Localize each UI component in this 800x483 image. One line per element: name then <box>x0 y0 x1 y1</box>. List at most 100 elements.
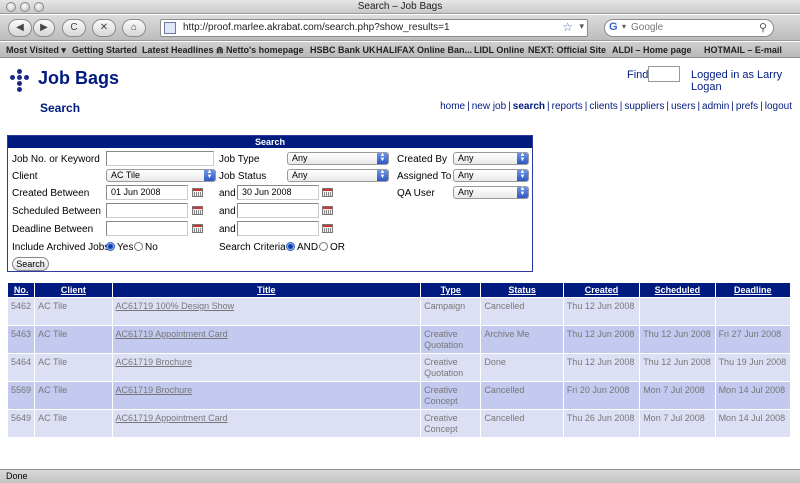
calendar-icon[interactable] <box>192 206 203 215</box>
job-title-link[interactable]: AC61719 Brochure <box>116 357 193 367</box>
nav-clients[interactable]: clients <box>589 101 617 112</box>
nav-search[interactable]: search <box>513 101 545 112</box>
job-title-link[interactable]: AC61719 100% Design Show <box>116 301 235 311</box>
nav-home[interactable]: home <box>440 101 465 112</box>
cell-deadline <box>715 298 790 325</box>
table-row: 5463 AC Tile AC61719 Appointment Card Cr… <box>8 326 790 353</box>
job-no-field[interactable] <box>106 151 214 166</box>
cell-status: Cancelled <box>481 382 563 409</box>
minimize-window-icon[interactable] <box>20 2 30 12</box>
reload-button[interactable]: C <box>62 19 86 37</box>
bookmark-hotmail[interactable]: HOTMAIL – E-mail <box>704 42 782 57</box>
table-row: 5649 AC Tile AC61719 Appointment Card Cr… <box>8 410 790 437</box>
archived-yes-radio[interactable] <box>106 242 115 251</box>
chevron-down-icon: ▲ ▼ <box>517 169 528 181</box>
search-icon[interactable]: ⚲ <box>759 21 767 34</box>
column-header-no[interactable]: No. <box>8 283 35 297</box>
url-bar[interactable]: http://proof.marlee.akrabat.com/search.p… <box>160 19 588 37</box>
column-header-type[interactable]: Type <box>421 283 481 297</box>
calendar-icon[interactable] <box>322 224 333 233</box>
bookmark-star-icon[interactable]: ☆ <box>562 20 573 34</box>
web-search-input[interactable] <box>631 22 751 33</box>
created-from-field[interactable]: 01 Jun 2008 <box>106 185 188 200</box>
nav-prefs[interactable]: prefs <box>736 101 758 112</box>
scheduled-from-field[interactable] <box>106 203 188 218</box>
deadline-between-label: Deadline Between <box>12 224 94 235</box>
search-button[interactable]: Search <box>12 257 49 271</box>
nav-logout[interactable]: logout <box>765 101 792 112</box>
bookmark-most-visited[interactable]: Most Visited ▾ <box>6 42 66 57</box>
column-header-scheduled[interactable]: Scheduled <box>640 283 715 297</box>
search-engine-dropdown-icon[interactable]: ▾ <box>622 22 626 31</box>
bookmark-nettos-homepage[interactable]: Netto's homepage <box>226 42 304 57</box>
calendar-icon[interactable] <box>322 188 333 197</box>
search-panel-heading: Search <box>8 136 532 148</box>
job-title-link[interactable]: AC61719 Appointment Card <box>116 413 228 423</box>
job-type-select[interactable]: Any ▲ ▼ <box>287 152 389 165</box>
nav-admin[interactable]: admin <box>702 101 729 112</box>
calendar-icon[interactable] <box>192 188 203 197</box>
qa-user-label: QA User <box>397 188 435 199</box>
cell-scheduled: Thu 12 Jun 2008 <box>640 354 715 381</box>
calendar-icon[interactable] <box>192 224 203 233</box>
column-header-client[interactable]: Client <box>35 283 112 297</box>
cell-type: Campaign <box>421 298 481 325</box>
bookmark-getting-started[interactable]: Getting Started <box>72 42 137 57</box>
chevron-down-icon: ▲ ▼ <box>377 152 388 164</box>
search-engine-icon[interactable]: G <box>609 21 618 33</box>
column-header-status[interactable]: Status <box>481 283 563 297</box>
created-by-select[interactable]: Any ▲ ▼ <box>453 152 529 165</box>
deadline-from-field[interactable] <box>106 221 188 236</box>
scheduled-to-field[interactable] <box>237 203 319 218</box>
nav-suppliers[interactable]: suppliers <box>624 101 664 112</box>
column-header-deadline[interactable]: Deadline <box>715 283 790 297</box>
cell-scheduled: Mon 7 Jul 2008 <box>640 410 715 437</box>
bookmark-latest-headlines[interactable]: Latest Headlines ⋒ <box>142 42 224 57</box>
criteria-and-radio[interactable] <box>286 242 295 251</box>
back-button[interactable]: ◀ <box>8 19 32 37</box>
zoom-window-icon[interactable] <box>34 2 44 12</box>
created-and-label: and <box>219 188 236 199</box>
cell-status: Archive Me <box>481 326 563 353</box>
calendar-icon[interactable] <box>322 206 333 215</box>
cell-type: Creative Quotation <box>421 354 481 381</box>
nav-users[interactable]: users <box>671 101 695 112</box>
qa-user-select-value: Any <box>458 187 474 197</box>
cell-no: 5463 <box>8 326 35 353</box>
archived-no-radio[interactable] <box>134 242 143 251</box>
cell-client: AC Tile <box>35 382 112 409</box>
chevron-down-icon: ▲ ▼ <box>377 169 388 181</box>
job-status-select[interactable]: Any ▲ ▼ <box>287 169 389 182</box>
scheduled-and-label: and <box>219 206 236 217</box>
cell-status: Cancelled <box>481 410 563 437</box>
created-to-field[interactable]: 30 Jun 2008 <box>237 185 319 200</box>
find-input[interactable] <box>648 66 680 82</box>
url-dropdown-icon[interactable]: ▾ <box>579 21 584 32</box>
deadline-to-field[interactable] <box>237 221 319 236</box>
home-button[interactable]: ⌂ <box>122 19 146 37</box>
cell-client: AC Tile <box>35 354 112 381</box>
bookmark-next[interactable]: NEXT: Official Site <box>528 42 606 57</box>
bookmark-lidl[interactable]: LIDL Online <box>474 42 524 57</box>
cell-scheduled: Thu 12 Jun 2008 <box>640 326 715 353</box>
job-title-link[interactable]: AC61719 Brochure <box>116 385 193 395</box>
criteria-or-radio[interactable] <box>319 242 328 251</box>
column-header-title[interactable]: Title <box>112 283 421 297</box>
window-titlebar: Search – Job Bags <box>0 0 800 14</box>
bookmark-hsbc[interactable]: HSBC Bank UK <box>310 42 376 57</box>
bookmark-halifax[interactable]: HALIFAX Online Ban... <box>376 42 472 57</box>
close-window-icon[interactable] <box>6 2 16 12</box>
job-type-select-value: Any <box>292 153 308 163</box>
nav-new-job[interactable]: new job <box>472 101 506 112</box>
qa-user-select[interactable]: Any ▲ ▼ <box>453 186 529 199</box>
forward-button[interactable]: ▶ <box>33 19 55 37</box>
job-title-link[interactable]: AC61719 Appointment Card <box>116 329 228 339</box>
column-header-created[interactable]: Created <box>563 283 640 297</box>
web-search-box[interactable]: G ▾ ⚲ <box>604 19 774 37</box>
assigned-to-select[interactable]: Any ▲ ▼ <box>453 169 529 182</box>
nav-reports[interactable]: reports <box>552 101 583 112</box>
bookmark-aldi[interactable]: ALDI – Home page <box>612 42 692 57</box>
client-select[interactable]: AC Tile ▲ ▼ <box>106 169 216 182</box>
url-text[interactable]: http://proof.marlee.akrabat.com/search.p… <box>183 22 450 33</box>
stop-button[interactable]: ✕ <box>92 19 116 37</box>
